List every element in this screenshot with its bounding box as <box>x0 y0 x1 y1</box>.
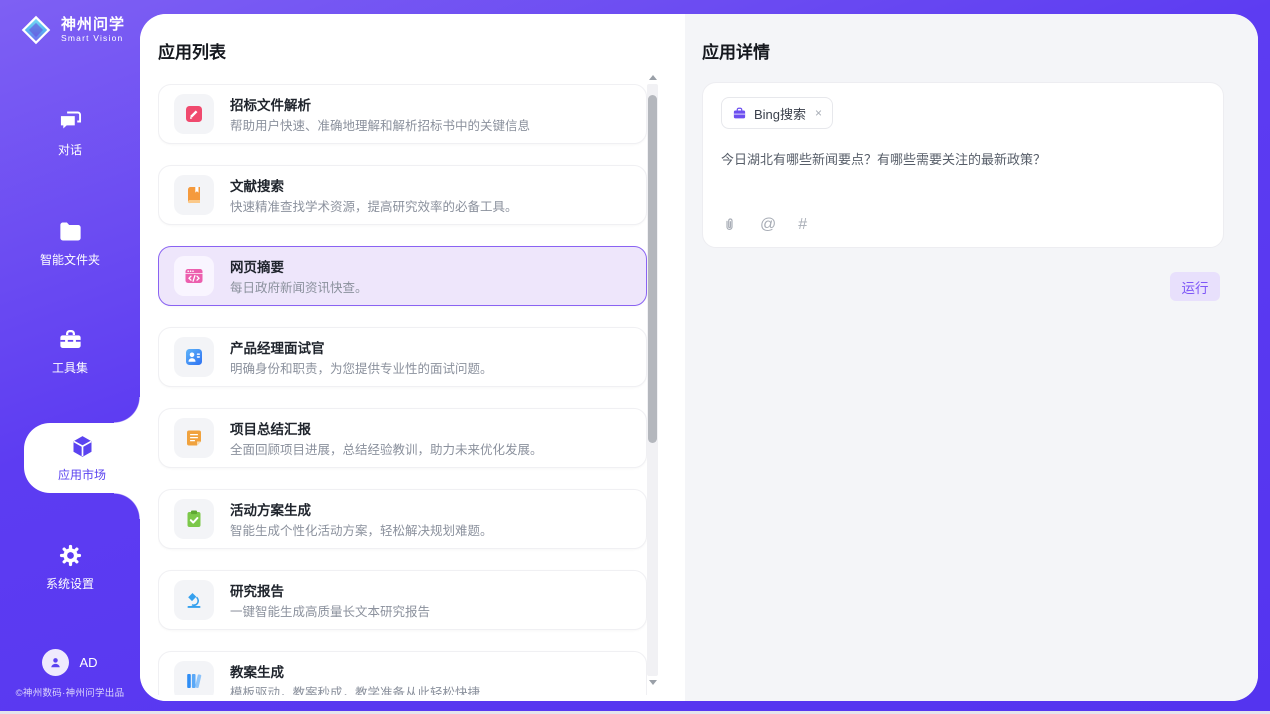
app-card-event-plan[interactable]: 活动方案生成 智能生成个性化活动方案，轻松解决规划难题。 <box>158 489 647 549</box>
avatar <box>42 649 69 676</box>
app-icon-bg <box>174 256 214 296</box>
app-card-research-report[interactable]: 研究报告 一键智能生成高质量长文本研究报告 <box>158 570 647 630</box>
app-desc: 快速精准查找学术资源，提高研究效率的必备工具。 <box>230 196 518 215</box>
sidebar-item-label: 应用市场 <box>24 466 140 483</box>
tool-chip-bing-search[interactable]: Bing搜索 × <box>721 97 833 129</box>
app-list-panel: 应用列表 招标文件解析 帮助用户快速、准确地理解和解析招标书中的关键信息 <box>140 14 685 701</box>
logo-diamond-icon <box>18 12 54 48</box>
gear-icon <box>57 542 84 569</box>
app-list: 招标文件解析 帮助用户快速、准确地理解和解析招标书中的关键信息 文献搜索 快速精… <box>158 84 647 695</box>
logo-title: 神州问学 <box>61 17 125 33</box>
app-card-pm-interviewer[interactable]: 产品经理面试官 明确身份和职责，为您提供专业性的面试问题。 <box>158 327 647 387</box>
logo-subtitle: Smart Vision <box>61 34 125 43</box>
sidebar-item-settings[interactable]: 系统设置 <box>0 542 140 592</box>
app-list-title: 应用列表 <box>158 38 226 63</box>
sidebar-item-label: 系统设置 <box>0 575 140 592</box>
run-button[interactable]: 运行 <box>1170 272 1220 301</box>
clipboard-check-icon <box>183 508 205 530</box>
app-detail-panel: 应用详情 Bing搜索 × 今日湖北有哪些新闻要点？有哪些需要关注的最新政策？ … <box>685 14 1258 701</box>
app-name: 招标文件解析 <box>230 94 311 114</box>
app-icon-bg <box>174 337 214 377</box>
paperclip-icon[interactable] <box>721 216 738 233</box>
scroll-down-icon[interactable] <box>649 680 657 685</box>
sidebar-item-chat[interactable]: 对话 <box>0 108 140 158</box>
tool-chip-label: Bing搜索 <box>754 104 806 123</box>
microscope-icon <box>183 589 205 611</box>
app-name: 研究报告 <box>230 580 284 600</box>
app-detail-title: 应用详情 <box>702 38 770 63</box>
app-desc: 智能生成个性化活动方案，轻松解决规划难题。 <box>230 520 493 539</box>
app-desc: 明确身份和职责，为您提供专业性的面试问题。 <box>230 358 493 377</box>
interviewer-icon <box>183 346 205 368</box>
sidebar-item-smart-folder[interactable]: 智能文件夹 <box>0 218 140 268</box>
app-logo: 神州问学 Smart Vision <box>18 12 125 48</box>
app-name: 活动方案生成 <box>230 499 311 519</box>
user-initials: AD <box>79 655 97 670</box>
app-desc: 每日政府新闻资讯快查。 <box>230 277 368 296</box>
prompt-text[interactable]: 今日湖北有哪些新闻要点？有哪些需要关注的最新政策？ <box>721 149 1205 168</box>
cube-icon <box>69 433 96 460</box>
app-desc: 帮助用户快速、准确地理解和解析招标书中的关键信息 <box>230 115 530 134</box>
sidebar-item-label: 智能文件夹 <box>0 251 140 268</box>
toolbox-icon <box>57 326 84 353</box>
briefcase-icon <box>732 106 747 121</box>
app-icon-bg <box>174 661 214 695</box>
sidebar-item-label: 工具集 <box>0 359 140 376</box>
scrollbar-thumb[interactable] <box>648 95 657 443</box>
app-icon-bg <box>174 418 214 458</box>
folder-icon <box>57 218 84 245</box>
scroll-up-icon[interactable] <box>649 75 657 80</box>
sidebar-item-app-market[interactable]: 应用市场 <box>24 423 140 493</box>
app-icon-bg <box>174 499 214 539</box>
app-desc: 模板驱动，教案秒成，教学准备从此轻松快捷 <box>230 682 480 695</box>
app-icon-bg <box>174 580 214 620</box>
person-icon <box>48 655 63 670</box>
sidebar-item-toolset[interactable]: 工具集 <box>0 326 140 376</box>
close-icon[interactable]: × <box>815 106 822 120</box>
app-card-literature-search[interactable]: 文献搜索 快速精准查找学术资源，提高研究效率的必备工具。 <box>158 165 647 225</box>
app-card-bid-document-analysis[interactable]: 招标文件解析 帮助用户快速、准确地理解和解析招标书中的关键信息 <box>158 84 647 144</box>
app-card-web-summary[interactable]: 网页摘要 每日政府新闻资讯快查。 <box>158 246 647 306</box>
book-icon <box>183 184 205 206</box>
chat-icon <box>57 108 84 135</box>
app-icon-bg <box>174 175 214 215</box>
app-icon-bg <box>174 94 214 134</box>
mention-icon[interactable]: @ <box>760 217 776 233</box>
hash-icon[interactable]: # <box>798 217 807 233</box>
books-icon <box>183 670 205 692</box>
user-account[interactable]: AD <box>0 649 140 676</box>
prompt-editor-card[interactable]: Bing搜索 × 今日湖北有哪些新闻要点？有哪些需要关注的最新政策？ @ # <box>702 82 1224 248</box>
note-icon <box>183 427 205 449</box>
app-name: 网页摘要 <box>230 256 284 276</box>
browser-code-icon <box>183 265 205 287</box>
bump-curve-top <box>114 397 140 423</box>
app-name: 文献搜索 <box>230 175 284 195</box>
app-name: 教案生成 <box>230 661 284 681</box>
app-desc: 一键智能生成高质量长文本研究报告 <box>230 601 430 620</box>
app-card-project-summary[interactable]: 项目总结汇报 全面回顾项目进展，总结经验教训，助力未来优化发展。 <box>158 408 647 468</box>
app-name: 产品经理面试官 <box>230 337 325 357</box>
copyright-footer: ©神州数码·神州问学出品 <box>0 685 140 699</box>
main-content: 应用列表 招标文件解析 帮助用户快速、准确地理解和解析招标书中的关键信息 <box>140 14 1258 701</box>
sidebar: 神州问学 Smart Vision 对话 智能文件夹 <box>0 0 140 714</box>
app-desc: 全面回顾项目进展，总结经验教训，助力未来优化发展。 <box>230 439 543 458</box>
editor-toolbar: @ # <box>721 216 807 233</box>
app-list-scrollbar[interactable] <box>647 84 658 676</box>
bump-curve-bottom <box>114 493 140 519</box>
app-card-lesson-plan[interactable]: 教案生成 模板驱动，教案秒成，教学准备从此轻松快捷 <box>158 651 647 695</box>
app-name: 项目总结汇报 <box>230 418 311 438</box>
document-edit-icon <box>183 103 205 125</box>
sidebar-item-label: 对话 <box>0 141 140 158</box>
